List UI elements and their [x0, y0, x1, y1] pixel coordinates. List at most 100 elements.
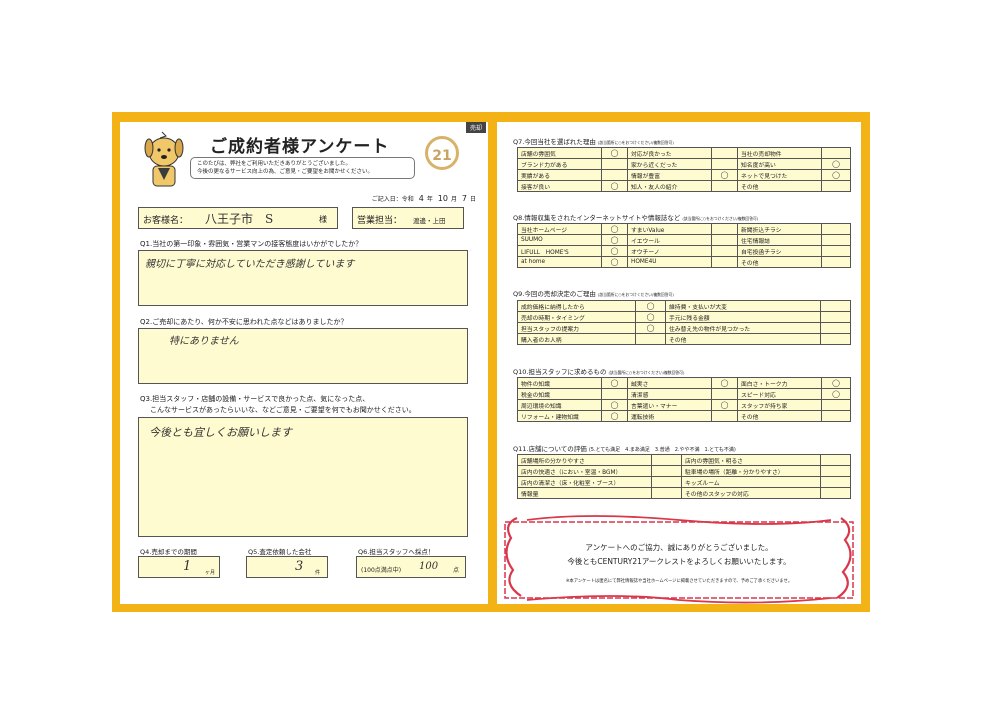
greeting-line: このたびは、弊社をご利用いただきありがとうございました。 [197, 161, 352, 167]
checkbox-cell[interactable] [821, 399, 851, 411]
answer-6-unit: 点 [453, 567, 460, 574]
greeting-bubble: このたびは、弊社をご利用いただきありがとうございました。 今後の更なるサービス向… [190, 157, 415, 179]
checkbox-cell[interactable]: ◯ [635, 322, 666, 334]
checkbox-cell[interactable] [635, 333, 666, 345]
checkbox-cell[interactable]: ◯ [601, 399, 628, 411]
checkbox-cell[interactable] [820, 322, 851, 334]
checkbox-cell[interactable] [821, 180, 851, 192]
option-label: キッズルーム [681, 476, 821, 488]
checkbox-cell[interactable] [601, 388, 628, 400]
answer-6-field[interactable]: (100点満点中) 100 点 [356, 556, 466, 578]
question-3-line2: こんなサービスがあったらいいな、などご意見・ご要望を何でもお聞かせください。 [150, 406, 416, 414]
option-label: 住み替え先の物件が見つかった [665, 322, 821, 334]
customer-label: お客様名： [143, 216, 189, 226]
option-label: 対応が良かった [627, 147, 712, 159]
checkbox-cell[interactable]: ◯ [601, 410, 628, 422]
checkbox-cell[interactable]: ◯ [601, 147, 628, 159]
option-label: HOME4U [627, 256, 712, 268]
checkbox-cell[interactable]: ◯ [711, 377, 738, 389]
answer-2: 特にありません [169, 336, 239, 347]
date-year[interactable]: 4 [416, 194, 427, 203]
q10-label: Q10.担当スタッフに求めるもの [513, 368, 607, 376]
option-label: オウチーノ [627, 245, 712, 257]
checkbox-cell[interactable] [711, 158, 738, 170]
checkbox-cell[interactable] [820, 333, 851, 345]
checkbox-cell[interactable]: ◯ [601, 223, 628, 235]
staff-field[interactable]: 営業担当： 渡邊・上田 [352, 207, 464, 229]
answer-4-field[interactable]: 1 ヶ月 [138, 556, 220, 578]
checkbox-cell[interactable]: ◯ [821, 158, 851, 170]
option-label: 駐車場の場所（距離・分かりやすさ） [681, 465, 821, 477]
checkbox-cell[interactable] [651, 465, 682, 477]
q8-title: Q8.情報収集をされたインターネットサイトや情報誌など (該当箇所に○をおつけく… [513, 212, 758, 222]
table-row: 情報量 その他のスタッフの対応 [517, 487, 851, 499]
checkbox-cell[interactable]: ◯ [635, 300, 666, 312]
answer-5-unit: 件 [315, 570, 321, 576]
checkbox-cell[interactable] [821, 410, 851, 422]
checkbox-cell[interactable] [820, 487, 851, 499]
checkbox-cell[interactable] [601, 158, 628, 170]
table-row: 実績がある 情報が豊富 ◯ ネットで見つけた ◯ [517, 169, 851, 181]
checkbox-cell[interactable] [821, 234, 851, 246]
checkbox-cell[interactable] [820, 476, 851, 488]
checkbox-cell[interactable] [821, 223, 851, 235]
table-row: 購入者のお人柄 その他 [517, 333, 851, 345]
checkbox-cell[interactable] [820, 454, 851, 466]
table-row: 当社ホームページ ◯ すまいValue 新聞折込チラシ [517, 223, 851, 235]
q9-note: (該当箇所に○をおつけください/複数回答可) [597, 292, 674, 297]
checkbox-cell[interactable]: ◯ [711, 399, 738, 411]
answer-5-field[interactable]: 3 件 [246, 556, 328, 578]
checkbox-cell[interactable]: ◯ [821, 169, 851, 181]
checkbox-cell[interactable]: ◯ [601, 180, 628, 192]
checkbox-cell[interactable] [651, 454, 682, 466]
table-row: 店内の快適さ（におい・室温・BGM） 駐車場の場所（距離・分かりやすさ） [517, 465, 851, 477]
checkbox-cell[interactable] [821, 147, 851, 159]
checkbox-cell[interactable] [711, 410, 738, 422]
checkbox-cell[interactable] [601, 169, 628, 181]
checkbox-cell[interactable]: ◯ [711, 169, 738, 181]
table-row: 周辺環境の知識 ◯ 言葉遣い・マナー ◯ スタッフが持ち家 [517, 399, 851, 411]
answer-3-field[interactable]: 今後とも宜しくお願いします [138, 417, 468, 537]
checkbox-cell[interactable] [820, 311, 851, 323]
checkbox-cell[interactable] [651, 487, 682, 499]
survey-left-page: 売却 ご成約者様アンケート 21 このたびは、弊社をご利用いただきありがとうござ… [120, 122, 488, 604]
option-label: 言葉遣い・マナー [627, 399, 712, 411]
q9-table: 成約価格に納得したから ◯ 維持費・支払いが大変 売却の時期・タイミング ◯ 手元に残る金… [517, 300, 851, 345]
checkbox-cell[interactable]: ◯ [821, 388, 851, 400]
checkbox-cell[interactable] [711, 180, 738, 192]
table-row: 店内の清潔さ（床・化粧室・ブース） キッズルーム [517, 476, 851, 488]
checkbox-cell[interactable] [711, 234, 738, 246]
checkbox-cell[interactable] [711, 147, 738, 159]
checkbox-cell[interactable] [711, 245, 738, 257]
checkbox-cell[interactable]: ◯ [601, 245, 628, 257]
date-month[interactable]: 10 [435, 194, 451, 203]
option-label: 当社の売却物件 [737, 147, 822, 159]
checkbox-cell[interactable] [711, 223, 738, 235]
option-label: LIFULL HOME'S [517, 245, 602, 257]
checkbox-cell[interactable] [711, 388, 738, 400]
answer-1-field[interactable]: 親切に丁寧に対応していただき感謝しています [138, 250, 468, 306]
checkbox-cell[interactable] [821, 256, 851, 268]
table-row: 担当スタッフの提案力 ◯ 住み替え先の物件が見つかった [517, 322, 851, 334]
option-label: スタッフが持ち家 [737, 399, 822, 411]
answer-2-field[interactable]: 特にありません [138, 328, 468, 384]
checkbox-cell[interactable] [820, 465, 851, 477]
option-label: スピード対応 [737, 388, 822, 400]
customer-name-field[interactable]: お客様名： 八王子市 S 様 [138, 207, 338, 229]
checkbox-cell[interactable]: ◯ [635, 311, 666, 323]
checkbox-cell[interactable]: ◯ [821, 377, 851, 389]
answer-3: 今後とも宜しくお願いします [149, 426, 292, 439]
q9-label: Q9.今回の売却決定のご理由 [513, 290, 596, 298]
checkbox-cell[interactable]: ◯ [601, 256, 628, 268]
checkbox-cell[interactable] [821, 245, 851, 257]
entry-date: ご記入日：令和 4年 10 月 7日 [372, 194, 476, 203]
checkbox-cell[interactable] [711, 256, 738, 268]
question-3-line1: Q3.担当スタッフ・店舗の設備・サービスで良かった点、気になった点、 [140, 395, 370, 403]
option-label: 面白さ・トーク力 [737, 377, 822, 389]
checkbox-cell[interactable] [820, 300, 851, 312]
checkbox-cell[interactable] [651, 476, 682, 488]
date-day[interactable]: 7 [459, 194, 470, 203]
checkbox-cell[interactable]: ◯ [601, 377, 628, 389]
option-label: 新聞折込チラシ [737, 223, 822, 235]
checkbox-cell[interactable]: ◯ [601, 234, 628, 246]
